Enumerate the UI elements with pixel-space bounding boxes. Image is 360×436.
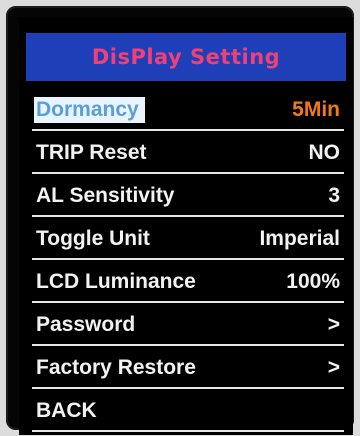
menu-item-label: Toggle Unit — [36, 227, 150, 250]
menu-item-factory-restore[interactable]: Factory Restore > — [32, 349, 344, 389]
page-title: DisPlay Setting — [26, 33, 346, 81]
menu-item-value: Imperial — [259, 227, 340, 250]
menu-item-lcd-luminance[interactable]: LCD Luminance 100% — [32, 263, 344, 303]
menu-item-label: AL Sensitivity — [36, 184, 175, 207]
menu-item-toggle-unit[interactable]: Toggle Unit Imperial — [32, 220, 344, 260]
menu-item-password[interactable]: Password > — [32, 306, 344, 346]
menu-item-dormancy[interactable]: Dormancy 5Min — [32, 91, 344, 131]
chevron-right-icon: > — [327, 356, 340, 379]
menu-item-value: 3 — [328, 184, 340, 207]
menu-item-label: BACK — [36, 399, 97, 422]
menu-item-label: TRIP Reset — [36, 141, 147, 164]
menu-item-trip-reset[interactable]: TRIP Reset NO — [32, 134, 344, 174]
menu-item-value: NO — [308, 141, 341, 164]
chevron-right-icon: > — [327, 313, 340, 336]
device-frame: DisPlay Setting Dormancy 5Min TRIP Reset… — [6, 6, 354, 435]
display-screen: DisPlay Setting Dormancy 5Min TRIP Reset… — [19, 17, 353, 435]
menu-item-label: LCD Luminance — [36, 270, 196, 293]
menu-item-al-sensitivity[interactable]: AL Sensitivity 3 — [32, 177, 344, 217]
menu-item-label: Factory Restore — [36, 356, 196, 379]
menu-item-value: 100% — [286, 270, 340, 293]
menu-item-label: Dormancy — [34, 97, 145, 123]
menu-item-back[interactable]: BACK — [32, 392, 344, 432]
menu-item-value: 5Min — [292, 98, 340, 121]
menu-item-label: Password — [36, 313, 136, 336]
page-title-text: DisPlay Setting — [91, 45, 281, 69]
settings-menu: Dormancy 5Min TRIP Reset NO AL Sensitivi… — [32, 91, 344, 432]
